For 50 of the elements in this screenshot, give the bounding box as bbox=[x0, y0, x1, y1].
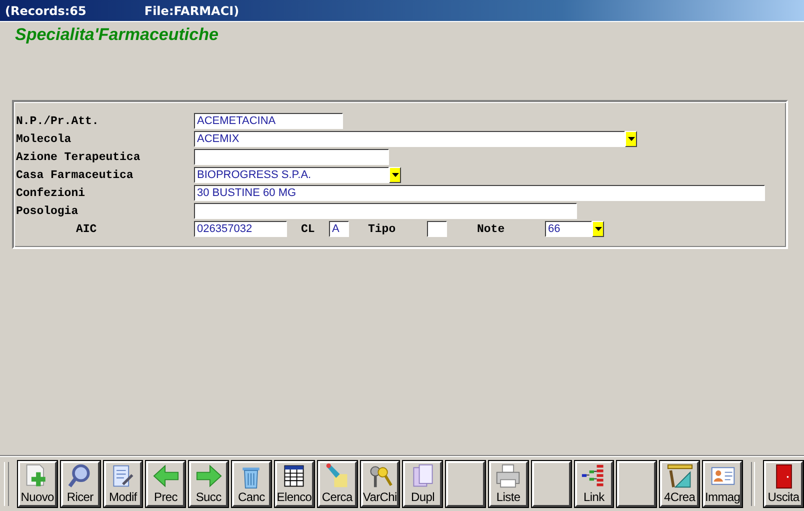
empty-toolbar-button[interactable] bbox=[446, 460, 485, 506]
arrow-right-icon bbox=[194, 462, 224, 488]
combo-field[interactable]: 66 bbox=[545, 221, 592, 237]
field-label: Confezioni bbox=[16, 186, 86, 200]
toolbar-button[interactable]: Cerca bbox=[318, 460, 356, 506]
toolbar-button[interactable]: Succ bbox=[189, 460, 228, 506]
input-field[interactable] bbox=[427, 221, 447, 237]
ruler-triangle-icon bbox=[664, 462, 695, 488]
field-label: Tipo bbox=[368, 222, 397, 236]
records-count: (Records:65 bbox=[5, 4, 86, 18]
field-label: Casa Farmaceutica bbox=[16, 168, 134, 182]
file-name: File:FARMACI) bbox=[144, 4, 240, 18]
dropdown-button[interactable] bbox=[592, 221, 604, 237]
field-label: N.P./Pr.Att. bbox=[16, 114, 100, 128]
field-label: AIC bbox=[76, 222, 98, 236]
toolbar-button[interactable]: Liste bbox=[488, 460, 528, 506]
toolbar-button[interactable]: VarChi bbox=[360, 460, 400, 506]
input-field[interactable]: 026357032 bbox=[194, 221, 287, 237]
toolbar-button[interactable]: Canc bbox=[232, 460, 271, 506]
dropdown-button[interactable] bbox=[389, 167, 401, 183]
dropdown-button[interactable] bbox=[625, 131, 637, 147]
toolbar-button[interactable]: Modif bbox=[104, 460, 142, 506]
toolbar-button[interactable]: 4Crea bbox=[660, 460, 699, 506]
toolbar-button[interactable]: Elenco bbox=[274, 460, 314, 506]
arrow-left-icon bbox=[150, 462, 181, 488]
toolbar-button[interactable]: Prec bbox=[146, 460, 186, 506]
input-field[interactable] bbox=[194, 149, 389, 165]
empty-toolbar-button[interactable] bbox=[532, 460, 571, 506]
combo-field[interactable]: BIOPROGRESS S.P.A. bbox=[194, 167, 389, 183]
field-label: CL bbox=[301, 222, 316, 236]
toolbar-button[interactable]: Nuovo bbox=[18, 460, 57, 506]
combo-field[interactable]: ACEMIX bbox=[194, 131, 625, 147]
field-label: Posologia bbox=[16, 204, 80, 218]
empty-toolbar-button[interactable] bbox=[617, 460, 656, 506]
input-field[interactable] bbox=[194, 203, 577, 219]
caret-icon bbox=[594, 227, 602, 231]
toolbar-button[interactable]: Dupl bbox=[403, 460, 442, 506]
input-field[interactable]: ACEMETACINA bbox=[194, 113, 343, 129]
caret-icon bbox=[392, 173, 398, 177]
caret-icon bbox=[628, 137, 634, 141]
toolbar-button[interactable]: Immag bbox=[703, 460, 742, 506]
toolbar-button[interactable]: Ricer bbox=[60, 460, 100, 506]
form-title: Specialita'Farmaceutiche bbox=[15, 25, 218, 44]
toolbar-button[interactable]: Link bbox=[574, 460, 614, 506]
field-label: Molecola bbox=[16, 132, 72, 146]
field-label: Azione Terapeutica bbox=[16, 150, 142, 164]
toolbar-button[interactable]: Uscita bbox=[764, 460, 803, 506]
input-field[interactable]: A bbox=[329, 221, 349, 237]
input-field[interactable]: 30 BUSTINE 60 MG bbox=[194, 185, 765, 201]
field-label: Note bbox=[477, 222, 506, 236]
